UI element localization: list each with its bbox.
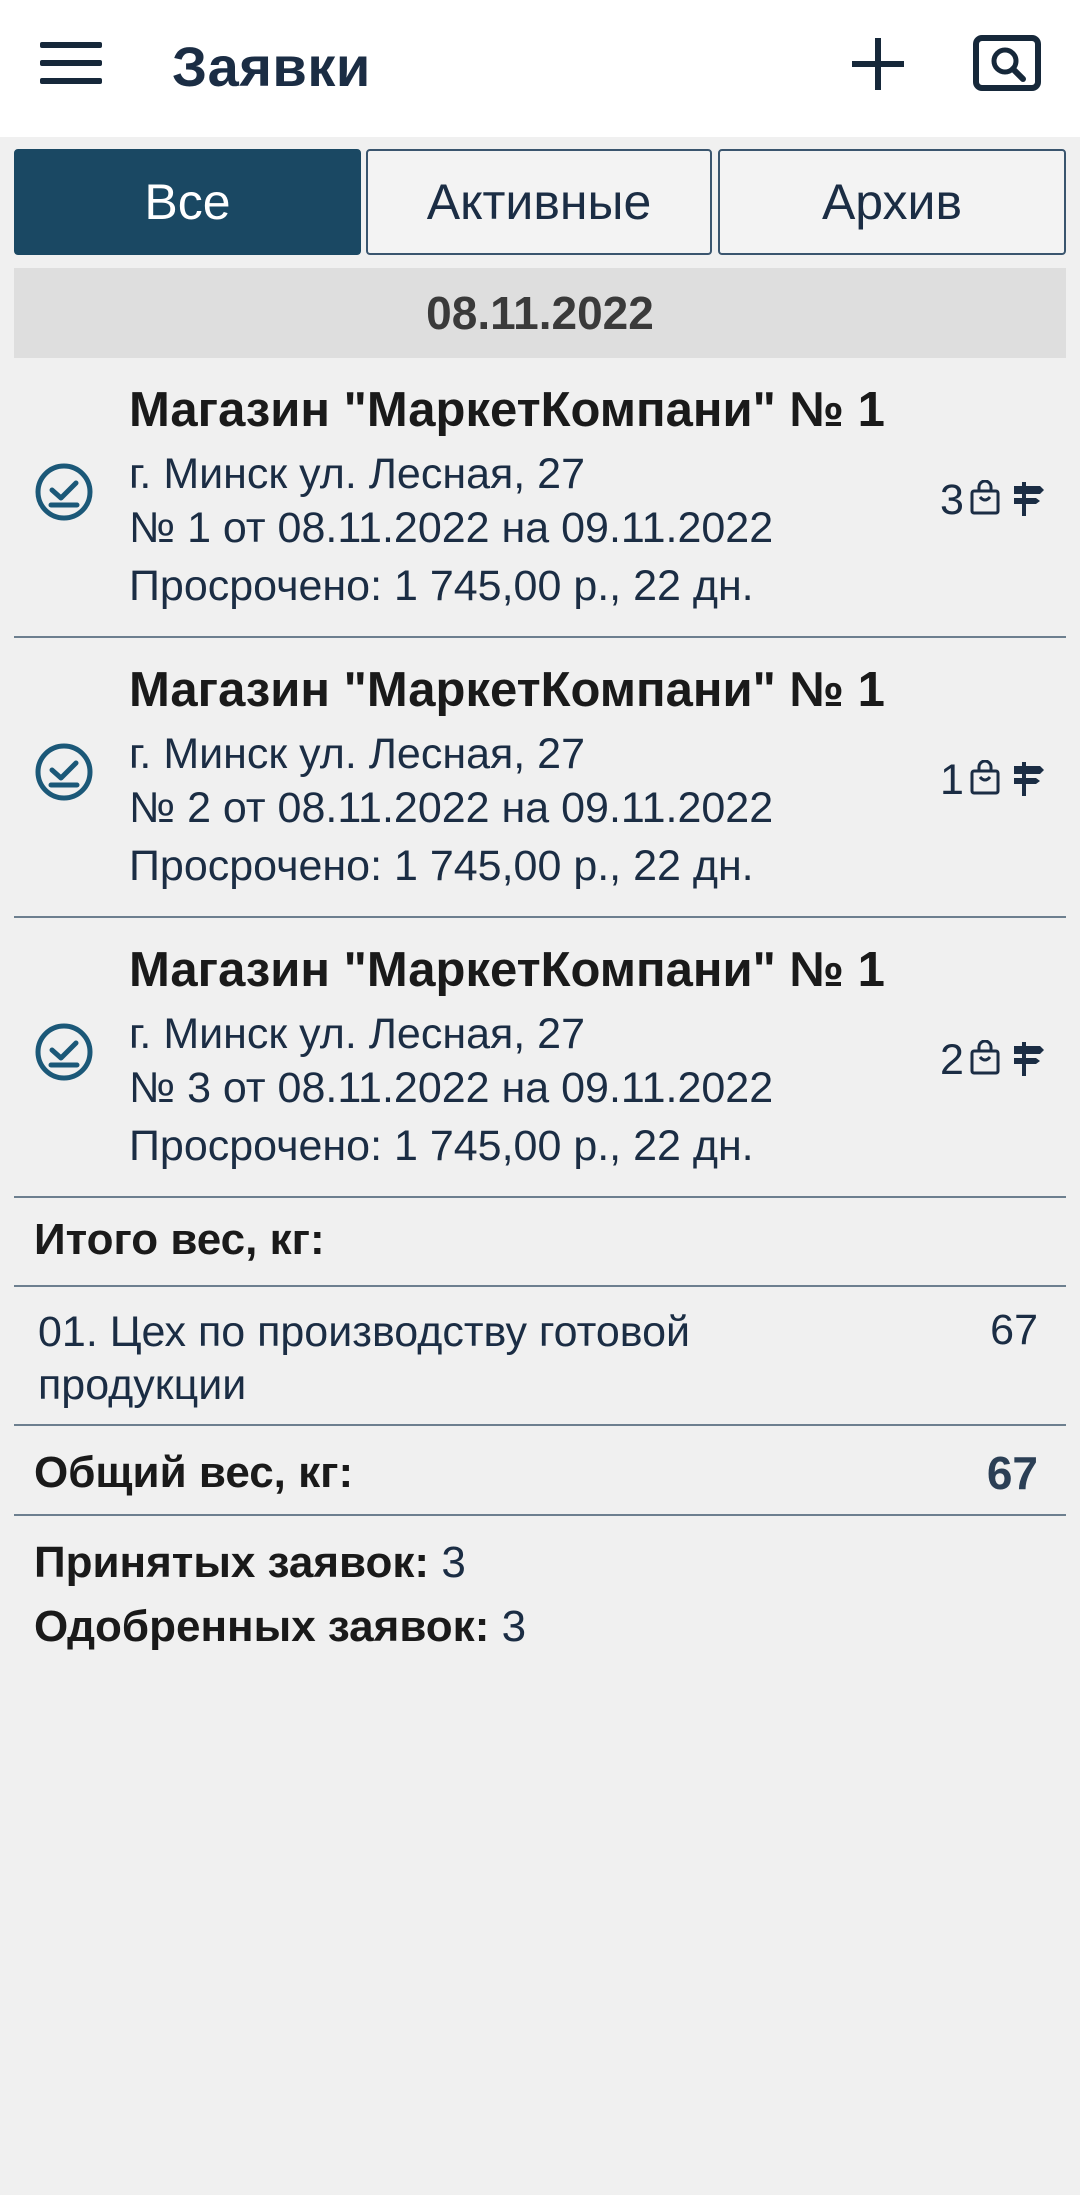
add-icon[interactable] xyxy=(852,38,904,90)
page-title: Заявки xyxy=(172,35,371,98)
order-address: г. Минск ул. Лесная, 27 xyxy=(129,450,586,498)
order-number: № 3 от 08.11.2022 на 09.11.2022 xyxy=(129,1064,774,1112)
divider xyxy=(14,1514,1066,1516)
approved-orders-stat: Одобренных заявок: 3 xyxy=(34,1602,526,1652)
approved-orders-value: 3 xyxy=(501,1602,527,1651)
filter-tabs: Все Активные Архив xyxy=(14,149,1066,255)
order-number: № 2 от 08.11.2022 на 09.11.2022 xyxy=(129,784,774,832)
signpost-icon xyxy=(1014,1042,1044,1076)
order-item-count: 3 xyxy=(940,476,964,524)
order-item[interactable]: Магазин "МаркетКомпани" № 1 г. Минск ул.… xyxy=(14,638,1066,918)
total-weight-value: 67 xyxy=(986,1447,1038,1499)
accepted-orders-stat: Принятых заявок: 3 xyxy=(34,1538,466,1588)
date-group-header: 08.11.2022 xyxy=(14,268,1066,358)
order-overdue: Просрочено: 1 745,00 р., 22 дн. xyxy=(129,562,754,610)
order-item[interactable]: Магазин "МаркетКомпани" № 1 г. Минск ул.… xyxy=(14,918,1066,1198)
tab-archive[interactable]: Архив xyxy=(718,149,1066,255)
order-title: Магазин "МаркетКомпани" № 1 xyxy=(129,943,885,997)
order-overdue: Просрочено: 1 745,00 р., 22 дн. xyxy=(129,1122,754,1170)
total-weight-label: Общий вес, кг: xyxy=(34,1448,354,1497)
order-title: Магазин "МаркетКомпани" № 1 xyxy=(129,663,885,717)
order-title: Магазин "МаркетКомпани" № 1 xyxy=(129,383,885,437)
app-bar: Заявки xyxy=(0,0,1080,137)
order-item[interactable]: Магазин "МаркетКомпани" № 1 г. Минск ул.… xyxy=(14,358,1066,638)
order-item-count: 1 xyxy=(940,756,964,804)
shopping-bag-icon xyxy=(970,1040,1000,1075)
check-circle-icon xyxy=(35,463,93,521)
signpost-icon xyxy=(1014,762,1044,796)
order-address: г. Минск ул. Лесная, 27 xyxy=(129,1010,586,1058)
divider xyxy=(14,1285,1066,1287)
order-overdue: Просрочено: 1 745,00 р., 22 дн. xyxy=(129,842,754,890)
check-circle-icon xyxy=(35,1023,93,1081)
search-icon[interactable] xyxy=(972,34,1042,92)
order-item-count: 2 xyxy=(940,1036,964,1084)
tab-active[interactable]: Активные xyxy=(366,149,712,255)
menu-icon[interactable] xyxy=(40,40,102,86)
accepted-orders-value: 3 xyxy=(441,1538,466,1587)
approved-orders-label: Одобренных заявок: xyxy=(34,1602,490,1651)
workshop-name: 01. Цех по производству готовой продукци… xyxy=(38,1308,691,1409)
tab-all[interactable]: Все xyxy=(14,149,361,255)
accepted-orders-label: Принятых заявок: xyxy=(34,1538,430,1587)
totals-title: Итого вес, кг: xyxy=(34,1215,325,1264)
order-address: г. Минск ул. Лесная, 27 xyxy=(129,730,586,778)
signpost-icon xyxy=(1014,482,1044,516)
shopping-bag-icon xyxy=(970,760,1000,795)
shopping-bag-icon xyxy=(970,480,1000,515)
check-circle-icon xyxy=(35,743,93,801)
workshop-weight: 67 xyxy=(990,1306,1038,1354)
order-number: № 1 от 08.11.2022 на 09.11.2022 xyxy=(129,504,774,552)
divider xyxy=(14,1424,1066,1426)
